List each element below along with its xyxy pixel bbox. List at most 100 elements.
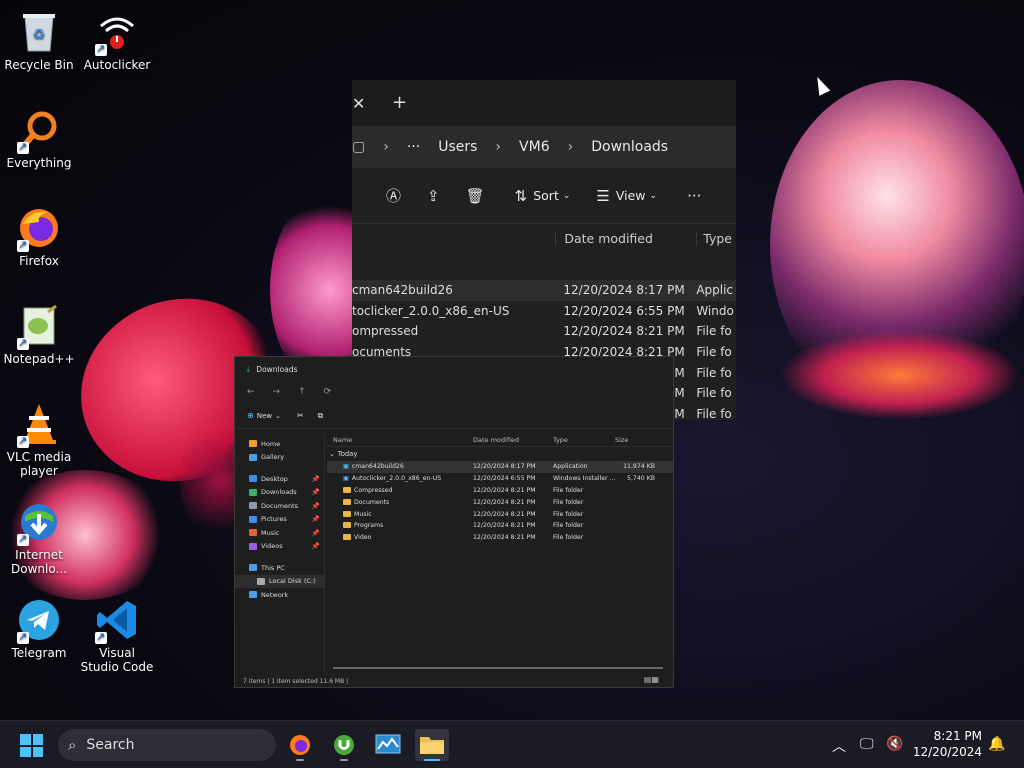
rename-icon[interactable]: Ⓐ <box>386 185 401 206</box>
new-tab-icon[interactable]: + <box>392 92 407 113</box>
breadcrumb-downloads[interactable]: Downloads <box>591 139 668 155</box>
folder-icon <box>343 534 351 541</box>
chevron-down-icon: ⌄ <box>649 190 658 201</box>
column-name[interactable]: Name <box>327 436 473 444</box>
share-icon[interactable]: ⇪ <box>427 187 440 205</box>
volume-muted-icon[interactable]: 🔇 <box>886 736 903 752</box>
window-title-bar: ↓ Downloads <box>235 357 673 381</box>
notification-bell-icon[interactable]: 🔔 <box>988 736 1005 752</box>
nav-item-network[interactable]: Network <box>235 588 324 602</box>
nav-item-gallery[interactable]: Gallery <box>235 451 324 465</box>
view-icon[interactable]: ☰ <box>596 187 609 205</box>
details-view-icon[interactable]: ▤▦ <box>644 675 659 684</box>
desktop-icon-internet-download-manager[interactable]: Internet Downlo... <box>1 498 77 576</box>
desktop-icon-autoclicker[interactable]: Autoclicker <box>79 8 155 72</box>
group-header[interactable]: ⌄ Today <box>327 447 673 461</box>
desktop-icon-vlc[interactable]: VLC media player <box>1 400 77 478</box>
more-options-button[interactable]: ··· <box>687 187 701 205</box>
column-headers: Date modified Type <box>352 224 736 252</box>
clock-time: 8:21 PM <box>933 729 982 743</box>
chevron-right-icon: › <box>495 139 502 155</box>
desktop-icon-recycle-bin[interactable]: ♻ Recycle Bin <box>1 8 77 72</box>
nav-item-local-disk[interactable]: Local Disk (C:) <box>235 574 324 588</box>
column-type[interactable]: Type <box>696 230 736 246</box>
file-row[interactable]: Documents 12/20/2024 8:21 PM File folder <box>327 496 673 508</box>
file-row[interactable]: toclicker_2.0.0_x86_en-US 12/20/2024 6:55… <box>352 301 736 322</box>
videos-icon <box>249 542 257 550</box>
nav-item-this-pc[interactable]: This PC <box>235 561 324 575</box>
breadcrumb-users[interactable]: Users <box>438 139 477 155</box>
refresh-icon[interactable]: ⟳ <box>324 387 332 397</box>
desktop-icon-label: Telegram <box>11 646 67 660</box>
shortcut-arrow-icon <box>17 631 29 644</box>
breadcrumb-vm6[interactable]: VM6 <box>519 139 550 155</box>
back-arrow-icon[interactable]: ← <box>247 387 255 397</box>
taskbar-app-monitor[interactable] <box>371 729 405 761</box>
nav-item-pictures[interactable]: Pictures 📌 <box>235 513 324 527</box>
desktop-icon-everything[interactable]: Everything <box>1 106 77 170</box>
file-row[interactable]: Video 12/20/2024 8:21 PM File folder <box>327 532 673 544</box>
taskbar-app-utorrent[interactable] <box>327 729 361 761</box>
search-box[interactable]: ⌕ Search <box>58 729 276 761</box>
firefox-icon <box>290 735 310 755</box>
column-type[interactable]: Type <box>553 436 615 444</box>
column-date-modified[interactable]: Date modified <box>473 436 553 444</box>
column-size[interactable]: Size <box>615 436 655 444</box>
desktop-icon-label: Firefox <box>19 254 59 268</box>
desktop-icon-label: Everything <box>6 156 72 170</box>
search-icon: ⌕ <box>68 736 77 754</box>
desktop-icon-telegram[interactable]: Telegram <box>1 596 77 660</box>
nav-item-music[interactable]: Music 📌 <box>235 526 324 540</box>
file-row[interactable]: ompressed 12/20/2024 8:21 PM File fo <box>352 321 736 342</box>
file-row[interactable]: ▣ Autoclicker_2.0.0_x86_en-US 12/20/2024 6… <box>327 473 673 485</box>
file-row[interactable]: Compressed 12/20/2024 8:21 PM File folder <box>327 485 673 497</box>
sort-button[interactable]: Sort <box>533 188 559 203</box>
status-bar: 7 items | 1 item selected 11.6 MB | <box>243 678 349 685</box>
window-title: Downloads <box>256 364 298 374</box>
download-icon: ↓ <box>245 364 252 374</box>
file-row[interactable]: Programs 12/20/2024 8:21 PM File folder <box>327 520 673 532</box>
svg-text:♻: ♻ <box>33 27 46 43</box>
chevron-down-icon: ⌄ <box>562 190 571 201</box>
address-bar[interactable]: ▢ › ··· Users › VM6 › Downloads <box>352 126 736 168</box>
desktop-icon-vscode[interactable]: Visual Studio Code <box>79 596 155 674</box>
forward-arrow-icon[interactable]: → <box>273 387 281 397</box>
cut-icon[interactable]: ✂ <box>297 411 304 420</box>
file-row[interactable]: Music 12/20/2024 8:21 PM File folder <box>327 508 673 520</box>
file-row[interactable]: cman642build26 12/20/2024 8:17 PM Applic <box>352 280 736 301</box>
up-arrow-icon[interactable]: ↑ <box>298 387 306 397</box>
close-tab-icon[interactable]: ✕ <box>352 94 365 113</box>
nav-item-downloads[interactable]: Downloads 📌 <box>235 486 324 500</box>
tab-bar: ✕ + <box>352 80 736 126</box>
clock[interactable]: 8:21 PM 12/20/2024 <box>913 728 982 760</box>
breadcrumb-more[interactable]: ··· <box>407 139 420 155</box>
new-button[interactable]: New <box>257 412 272 420</box>
view-button[interactable]: View <box>616 188 646 203</box>
explorer-window-front[interactable]: ↓ Downloads ← → ↑ ⟳ ⊕ New ⌄ ✂ ⧉ Home Gal… <box>234 356 674 688</box>
desktop-icon-firefox[interactable]: Firefox <box>1 204 77 268</box>
chevron-down-icon: ⌄ <box>329 450 335 458</box>
delete-icon[interactable]: 🗑 <box>466 187 485 205</box>
nav-item-home[interactable]: Home <box>235 437 324 451</box>
file-row[interactable]: ▣ cman642build26 12/20/2024 8:17 PM Applica… <box>327 461 673 473</box>
nav-item-videos[interactable]: Videos 📌 <box>235 540 324 554</box>
network-icon[interactable]: 🖵 <box>860 736 874 752</box>
taskbar-app-firefox[interactable] <box>283 729 317 761</box>
column-date-modified[interactable]: Date modified <box>555 230 696 246</box>
shortcut-arrow-icon <box>17 435 29 448</box>
start-button[interactable] <box>20 734 43 757</box>
folder-icon <box>343 522 351 529</box>
music-icon <box>249 529 257 537</box>
sort-icon[interactable]: ⇅ <box>515 187 528 205</box>
nav-item-documents[interactable]: Documents 📌 <box>235 499 324 513</box>
file-list: Name Date modified Type Size ⌄ Today ▣ cm… <box>327 433 673 673</box>
chevron-up-icon[interactable]: ︿ <box>832 736 846 756</box>
taskbar-app-file-explorer[interactable] <box>415 729 449 761</box>
wallpaper-shape <box>780 330 1020 420</box>
desktop-icon-notepadpp[interactable]: Notepad++ <box>1 302 77 366</box>
nav-item-desktop[interactable]: Desktop 📌 <box>235 472 324 486</box>
horizontal-scrollbar[interactable] <box>333 667 663 669</box>
desktop-icon-label: Internet Downlo... <box>11 548 67 576</box>
telegram-icon <box>15 596 63 644</box>
copy-icon[interactable]: ⧉ <box>318 411 324 421</box>
